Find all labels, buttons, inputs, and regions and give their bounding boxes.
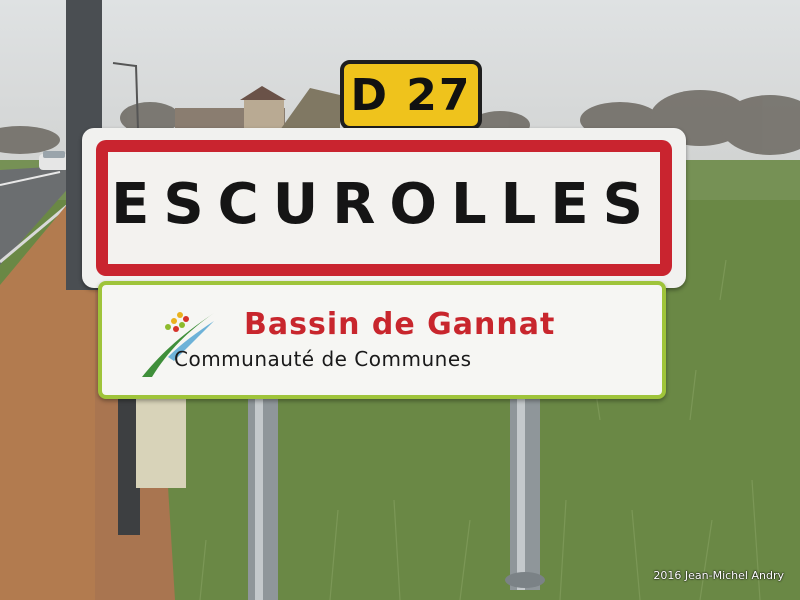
route-number-plate: D 27 [340, 60, 482, 130]
photo-scene: D 27 ESCUROLLES Bassin de Gannat Communa… [0, 0, 800, 600]
community-subtitle: Communauté de Communes [174, 347, 472, 371]
photo-credit: 2016 Jean-Michel Andry [653, 569, 784, 582]
distant-car [39, 151, 69, 170]
town-name: ESCUROLLES [111, 172, 657, 237]
community-title: Bassin de Gannat [244, 307, 556, 342]
distant-house [175, 86, 340, 130]
route-number: D 27 [350, 70, 472, 121]
town-entry-sign: ESCUROLLES [82, 128, 686, 288]
community-sign: Bassin de Gannat Communauté de Communes [98, 281, 666, 399]
utility-box [136, 398, 186, 488]
